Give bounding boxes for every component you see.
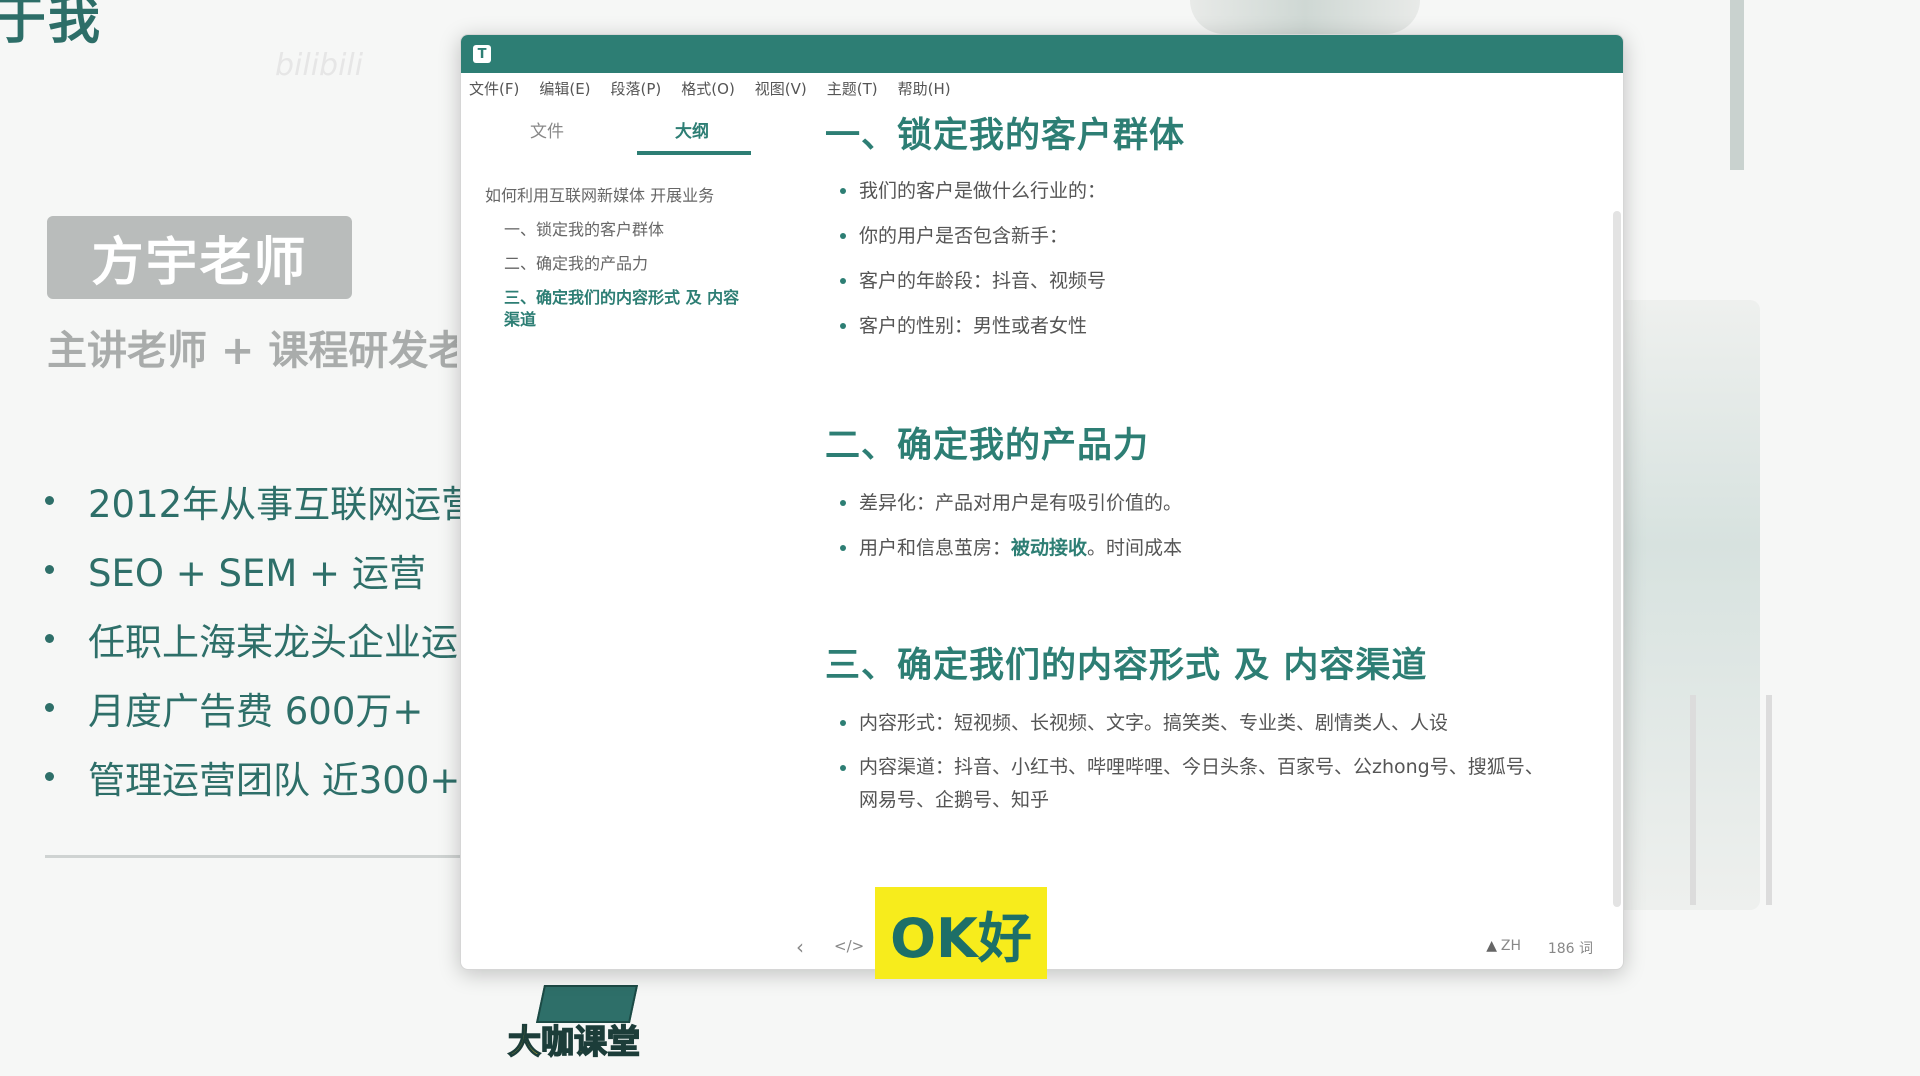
document-content[interactable]: 一、锁定我的客户群体 我们的客户是做什么行业的： 你的用户是否包含新手： 客户的… xyxy=(825,103,1605,925)
slide-bullet: 2012年从事互联网运营 xyxy=(45,466,460,535)
language-indicator[interactable]: ZH xyxy=(1501,938,1521,954)
slide-bullet: SEO + SEM + 运营 xyxy=(45,535,460,604)
slide-bullet-list: 2012年从事互联网运营 SEO + SEM + 运营 任职上海某龙头企业运 月… xyxy=(45,466,460,811)
section-1-list: 我们的客户是做什么行业的： 你的用户是否包含新手： 客户的年龄段：抖音、视频号 … xyxy=(837,174,1106,354)
slide-bullet: 任职上海某龙头企业运 xyxy=(45,604,460,673)
menu-view[interactable]: 视图(V) xyxy=(755,78,807,99)
list-item: 客户的性别：男性或者女性 xyxy=(837,309,1106,343)
name-badge: 方宇老师 xyxy=(47,216,352,299)
outline-item-section-2[interactable]: 二、确定我的产品力 xyxy=(485,253,750,275)
list-item: 用户和信息茧房：被动接收。时间成本 xyxy=(837,531,1182,565)
decorative-stand xyxy=(1690,695,1772,905)
menu-bar: 文件(F) 编辑(E) 段落(P) 格式(O) 视图(V) 主题(T) 帮助(H… xyxy=(461,73,1623,103)
outline-item-section-1[interactable]: 一、锁定我的客户群体 xyxy=(485,219,750,241)
list-item: 内容渠道：抖音、小红书、哔哩哔哩、今日头条、百家号、公zhong号、搜狐号、网易… xyxy=(837,751,1557,817)
menu-theme[interactable]: 主题(T) xyxy=(827,78,878,99)
source-code-icon[interactable]: </> xyxy=(834,937,864,955)
menu-edit[interactable]: 编辑(E) xyxy=(539,78,590,99)
outline-list: 如何利用互联网新媒体 开展业务 一、锁定我的客户群体 二、确定我的产品力 三、确… xyxy=(485,185,750,343)
heading-section-1: 一、锁定我的客户群体 xyxy=(825,116,1186,156)
list-item: 内容形式：短视频、长视频、文字。搞笑类、专业类、剧情类人、人设 xyxy=(837,706,1557,740)
decorative-plant xyxy=(1190,0,1420,34)
menu-paragraph[interactable]: 段落(P) xyxy=(611,78,662,99)
outline-item-section-3[interactable]: 三、确定我们的内容形式 及 内容渠道 xyxy=(485,287,750,331)
sidebar-tabs: 文件 大纲 xyxy=(461,103,761,159)
bullet-dot-icon xyxy=(45,703,54,712)
outline-item-root[interactable]: 如何利用互联网新媒体 开展业务 xyxy=(485,185,750,207)
slide-bullet: 管理运营团队 近300+ xyxy=(45,742,460,811)
scrollbar[interactable] xyxy=(1613,211,1621,907)
slide-divider xyxy=(45,855,460,858)
title-bar[interactable]: T xyxy=(461,35,1623,73)
brand-logo: 大咖课堂 xyxy=(507,985,642,1065)
tab-files[interactable]: 文件 xyxy=(530,117,564,142)
menu-help[interactable]: 帮助(H) xyxy=(898,78,951,99)
video-caption: OK好 xyxy=(875,887,1047,979)
list-item: 你的用户是否包含新手： xyxy=(837,219,1106,253)
decorative-strip xyxy=(1730,0,1744,170)
sidebar: 文件 大纲 如何利用互联网新媒体 开展业务 一、锁定我的客户群体 二、确定我的产… xyxy=(461,103,761,925)
section-3-list: 内容形式：短视频、长视频、文字。搞笑类、专业类、剧情类人、人设 内容渠道：抖音、… xyxy=(837,706,1557,828)
heading-section-3: 三、确定我们的内容形式 及 内容渠道 xyxy=(825,646,1428,686)
list-item: 我们的客户是做什么行业的： xyxy=(837,174,1106,208)
tab-outline[interactable]: 大纲 xyxy=(675,117,709,142)
bullet-dot-icon xyxy=(45,634,54,643)
bullet-dot-icon xyxy=(45,496,54,505)
menu-format[interactable]: 格式(O) xyxy=(681,78,735,99)
app-logo-icon: T xyxy=(473,45,491,63)
menu-file[interactable]: 文件(F) xyxy=(469,78,519,99)
section-2-list: 差异化：产品对用户是有吸引价值的。 用户和信息茧房：被动接收。时间成本 xyxy=(837,486,1182,576)
warning-icon[interactable]: ▲ xyxy=(1486,938,1497,954)
bullet-dot-icon xyxy=(45,565,54,574)
slide-title: 于我 xyxy=(0,0,103,51)
heading-section-2: 二、确定我的产品力 xyxy=(825,426,1150,466)
editor-window: T 文件(F) 编辑(E) 段落(P) 格式(O) 视图(V) 主题(T) 帮助… xyxy=(460,34,1624,970)
word-count[interactable]: 186 词 xyxy=(1548,938,1593,958)
chevron-left-icon[interactable]: ‹ xyxy=(796,935,804,959)
slide-subtitle: 主讲老师 + 课程研发老 xyxy=(47,328,457,374)
active-tab-indicator xyxy=(637,151,751,155)
bullet-dot-icon xyxy=(45,772,54,781)
slide-bullet: 月度广告费 600万+ xyxy=(45,673,460,742)
list-item: 差异化：产品对用户是有吸引价值的。 xyxy=(837,486,1182,520)
list-item: 客户的年龄段：抖音、视频号 xyxy=(837,264,1106,298)
bold-text: 被动接收 xyxy=(1011,537,1088,559)
watermark: bilibili xyxy=(275,48,364,83)
